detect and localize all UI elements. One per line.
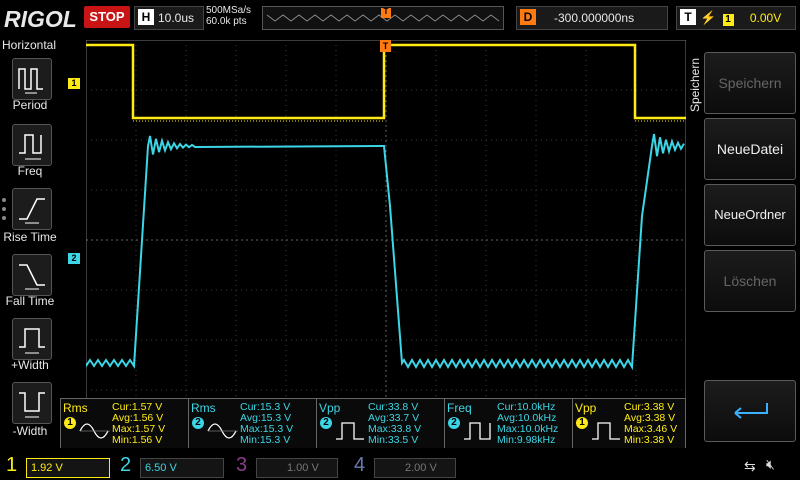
channel-1-offset-marker[interactable]: 1 [68,78,80,89]
channel-1-number[interactable]: 1 [6,454,17,477]
min-value: Min:3.38 V [624,434,675,446]
fall-time-icon [19,264,45,290]
return-arrow-icon [734,403,768,419]
memory-depth: 60.0k pts [206,16,247,27]
channel-3-scale[interactable]: 1.00 V [256,458,338,478]
channel-badge: 1 [576,417,588,429]
rising-edge-icon: ⚡ [700,10,717,25]
channel-4-number[interactable]: 4 [354,454,365,477]
sample-rate: 500MSa/s [206,5,252,16]
peak-to-peak-icon [336,422,364,440]
waveform-display[interactable] [85,39,687,441]
timebase-indicator[interactable]: H 10.0us [134,6,204,30]
measurement-rms-ch1[interactable]: Rms 1 Cur:1.57 V Avg:1.56 V Max:1.57 V Min:… [60,398,189,450]
memory-position-bar[interactable]: T [262,6,504,30]
fall-time-label: Fall Time [5,294,55,308]
negative-width-label: -Width [12,424,48,438]
channel-badge: 2 [192,417,204,429]
usb-icon: ⇆ [744,458,756,474]
negative-width-icon [19,392,45,418]
period-button[interactable] [12,58,52,100]
frequency-icon [19,134,42,160]
trigger-level: 0.00V [749,11,782,25]
measurement-name: Rms [63,401,88,415]
menu-title-vertical: Speichern [688,58,702,113]
period-icon [18,68,43,94]
trigger-indicator[interactable]: T ⚡ 1 0.00V [676,6,796,30]
min-value: Min:1.56 V [112,434,163,446]
delete-button[interactable]: Löschen [704,250,796,312]
min-value: Min:15.3 V [240,434,291,446]
delay-label: D [520,9,536,25]
rise-time-button[interactable] [12,188,52,230]
new-file-button[interactable]: NeueDatei [704,118,796,180]
frequency-button[interactable] [12,124,52,166]
acquisition-info: 500MSa/s 60.0k pts [206,5,251,27]
measurement-freq-ch2[interactable]: Freq 2 Cur:10.0kHz Avg:10.0kHz Max:10.0kHz… [444,398,573,450]
trigger-position-label: T [383,7,389,16]
graticule [85,39,687,441]
delay-value: -300.000000ns [554,11,635,25]
channel-badge: 1 [64,417,76,429]
rms-icon [207,423,238,439]
positive-width-icon [19,328,45,354]
channel-2-scale[interactable]: 6.50 V [140,458,224,478]
trigger-label: T [680,9,696,25]
channel-2-trace [85,133,685,371]
rise-time-icon [19,198,45,224]
peak-to-peak-icon [592,422,620,440]
period-label: Period [12,98,48,112]
channel-badge: 2 [448,417,460,429]
timebase-value: 10.0us [158,11,195,25]
run-stop-button[interactable]: STOP [84,6,130,28]
measurement-name: Rms [191,401,216,415]
channel-badge: 2 [320,417,332,429]
menu-title: Horizontal [2,38,57,52]
frequency-icon [464,422,491,440]
frequency-label: Freq [17,164,43,178]
measurement-name: Vpp [575,401,597,415]
channel-1-scale[interactable]: 1.92 V [26,458,110,478]
channel-2-offset-marker[interactable]: 2 [68,253,80,264]
fall-time-button[interactable] [12,254,52,296]
measurement-rms-ch2[interactable]: Rms 2 Cur:15.3 V Avg:15.3 V Max:15.3 V Min:… [188,398,317,450]
channel-3-number[interactable]: 3 [236,454,247,477]
positive-width-label: +Width [11,358,49,372]
measurement-name: Vpp [319,401,341,415]
brand-logo: RIGOL [4,6,77,32]
measurement-name: Freq [447,401,472,415]
negative-width-button[interactable] [12,382,52,424]
save-button[interactable]: Speichern [704,52,796,114]
min-value: Min:33.5 V [368,434,419,446]
rise-time-label: Rise Time [3,230,57,244]
channel-4-scale[interactable]: 2.00 V [374,458,456,478]
new-folder-button[interactable]: NeueOrdner [704,184,796,246]
timebase-label: H [138,9,154,25]
trigger-time-marker[interactable]: T [380,40,391,52]
back-button[interactable] [704,380,796,442]
positive-width-button[interactable] [12,318,52,360]
sound-muted-icon[interactable]: 🔇︎ [766,456,775,473]
min-value: Min:9.98kHz [497,434,556,446]
rms-icon [79,423,110,439]
channel-2-number[interactable]: 2 [120,454,131,477]
trigger-source-badge: 1 [722,14,734,26]
measurement-vpp-ch1[interactable]: Vpp 1 Cur:3.38 V Avg:3.38 V Max:3.46 V Min:… [572,398,686,450]
measurement-vpp-ch2[interactable]: Vpp 2 Cur:33.8 V Avg:33.7 V Max:33.8 V Min:… [316,398,445,450]
delay-indicator[interactable]: D -300.000000ns [516,6,668,30]
page-indicator [2,198,7,225]
